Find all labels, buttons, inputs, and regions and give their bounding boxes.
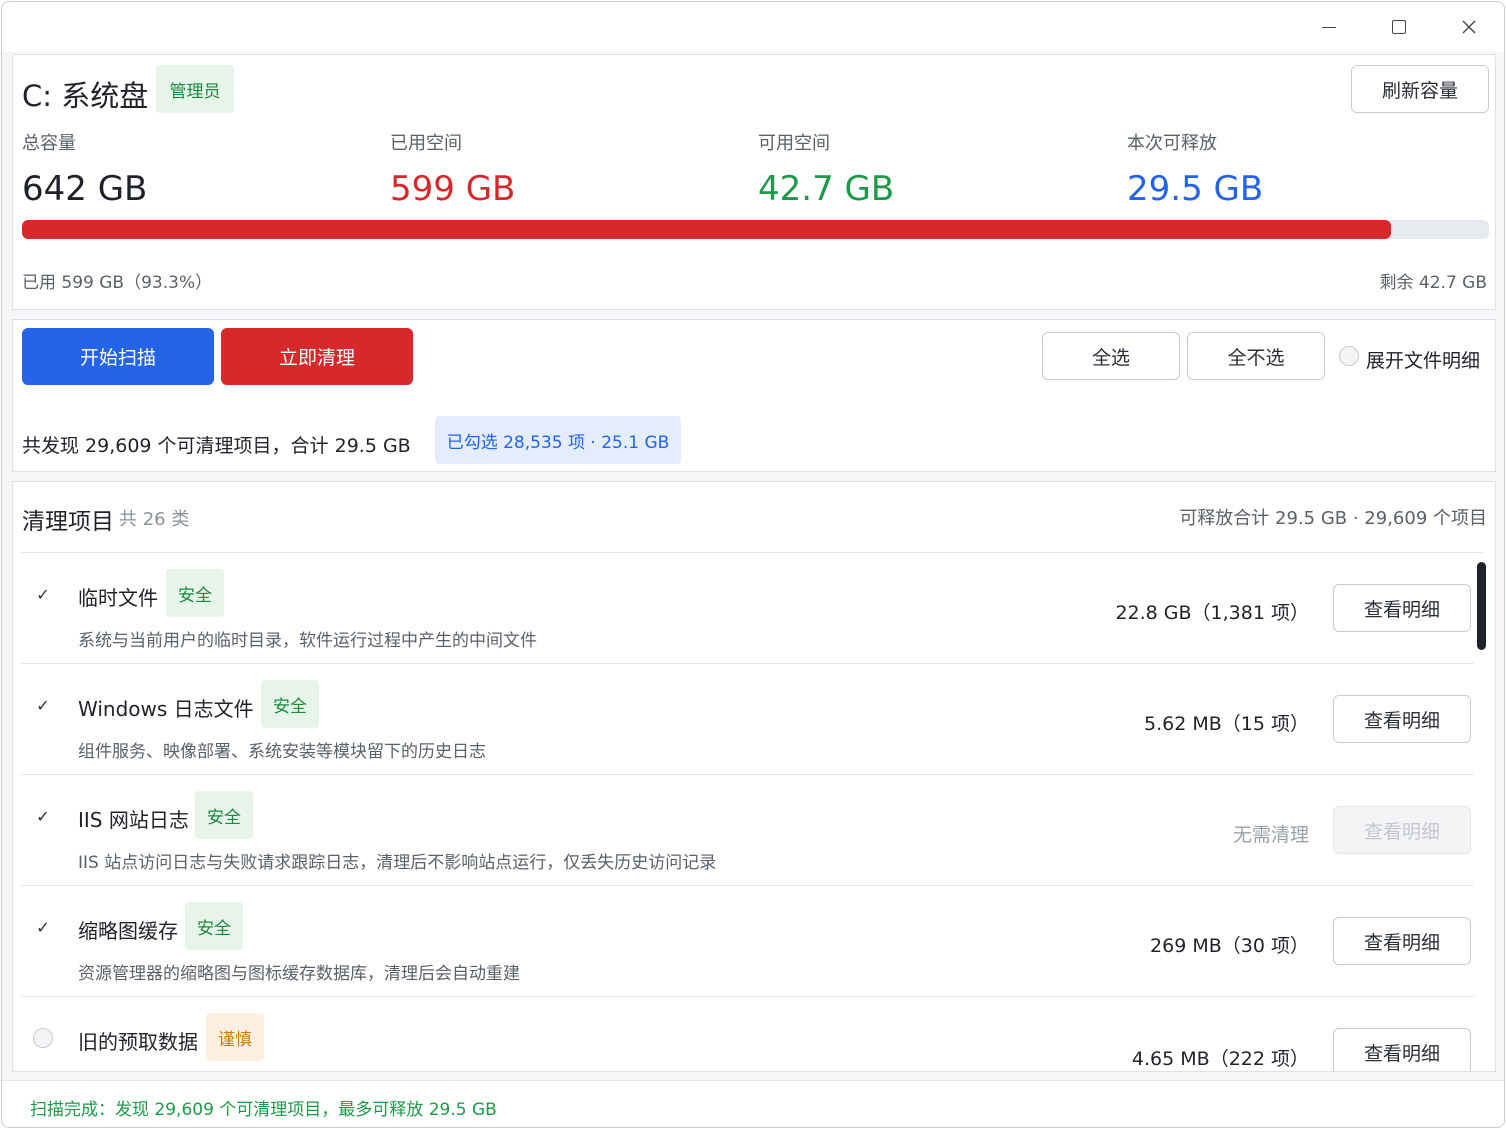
- item-tag: 安全: [195, 791, 253, 839]
- title-bar: [2, 2, 1504, 52]
- item-size: 5.62 MB（15 项）: [1144, 713, 1309, 735]
- close-button[interactable]: [1446, 10, 1492, 44]
- select-none-button[interactable]: 全不选: [1187, 332, 1325, 380]
- expand-details-label[interactable]: 展开文件明细: [1366, 346, 1480, 373]
- list-item: ✓ IIS 网站日志 安全 IIS 站点访问日志与失败请求跟踪日志，清理后不影响…: [21, 775, 1474, 886]
- check-icon: ✓: [36, 584, 50, 604]
- item-size: 4.65 MB（222 项）: [1131, 1048, 1309, 1070]
- list-title: 清理项目: [22, 509, 114, 535]
- item-tag: 安全: [261, 680, 319, 728]
- stat-releasable: 本次可释放 29.5 GB: [1127, 129, 1263, 209]
- stat-value: 42.7 GB: [758, 169, 895, 209]
- usage-remaining-text: 剩余 42.7 GB: [1379, 273, 1488, 293]
- refresh-capacity-button[interactable]: 刷新容量: [1351, 65, 1489, 113]
- view-details-button[interactable]: 查看明细: [1333, 695, 1471, 743]
- cleanup-list-panel: 清理项目 共 26 类 可释放合计 29.5 GB · 29,609 个项目 ✓…: [12, 481, 1496, 1072]
- usage-progress-fill: [22, 220, 1391, 239]
- stat-used: 已用空间 599 GB: [390, 129, 515, 209]
- disk-info-panel: C: 系统盘 管理员 刷新容量 总容量 642 GB 已用空间 599 GB 可…: [12, 54, 1496, 310]
- stat-label: 已用空间: [390, 133, 462, 154]
- maximize-button[interactable]: [1376, 10, 1422, 44]
- clean-now-button[interactable]: 立即清理: [221, 328, 413, 385]
- minimize-icon: [1322, 26, 1336, 28]
- maximize-icon: [1392, 20, 1406, 34]
- stat-label: 可用空间: [758, 133, 830, 154]
- item-description: IIS 站点访问日志与失败请求跟踪日志，清理后不影响站点运行，仅丢失历史访问记录: [78, 853, 717, 873]
- view-details-button: 查看明细: [1333, 806, 1471, 854]
- stat-free: 可用空间 42.7 GB: [758, 129, 894, 209]
- item-checkbox[interactable]: ✓: [33, 917, 53, 937]
- view-details-button[interactable]: 查看明细: [1333, 917, 1471, 965]
- stat-value: 599 GB: [390, 169, 516, 209]
- item-tag: 安全: [185, 902, 243, 950]
- status-text: 扫描完成：发现 29,609 个可清理项目，最多可释放 29.5 GB: [30, 1100, 497, 1120]
- item-checkbox[interactable]: ✓: [33, 695, 53, 715]
- select-all-button[interactable]: 全选: [1042, 332, 1180, 380]
- view-details-button[interactable]: 查看明细: [1333, 1028, 1471, 1071]
- list-scrollbar[interactable]: [1477, 562, 1486, 650]
- scan-summary: 共发现 29,609 个可清理项目，合计 29.5 GB: [22, 435, 411, 457]
- status-bar: 扫描完成：发现 29,609 个可清理项目，最多可释放 29.5 GB: [2, 1080, 1504, 1127]
- item-description: 组件服务、映像部署、系统安装等模块留下的历史日志: [78, 742, 486, 762]
- item-checkbox[interactable]: [33, 1028, 53, 1048]
- app-window: C: 系统盘 管理员 刷新容量 总容量 642 GB 已用空间 599 GB 可…: [1, 1, 1505, 1128]
- stat-value: 29.5 GB: [1127, 169, 1264, 209]
- item-tag: 谨慎: [206, 1013, 264, 1061]
- expand-details-checkbox[interactable]: [1339, 346, 1359, 366]
- check-icon: ✓: [36, 806, 50, 826]
- list-total: 可释放合计 29.5 GB · 29,609 个项目: [1179, 508, 1487, 529]
- item-name: 缩略图缓存: [78, 919, 178, 943]
- stat-label: 总容量: [22, 133, 76, 154]
- stat-total: 总容量 642 GB: [22, 129, 147, 209]
- list-item: ✓ 缩略图缓存 安全 资源管理器的缩略图与图标缓存数据库，清理后会自动重建 26…: [21, 886, 1474, 997]
- item-checkbox[interactable]: ✓: [33, 806, 53, 826]
- start-scan-button[interactable]: 开始扫描: [22, 328, 214, 385]
- item-name: 旧的预取数据: [78, 1030, 198, 1054]
- list-item: 旧的预取数据 谨慎 4.65 MB（222 项） 查看明细: [21, 997, 1474, 1071]
- admin-badge: 管理员: [156, 65, 234, 113]
- close-icon: [1462, 20, 1476, 34]
- selected-badge: 已勾选 28,535 项 · 25.1 GB: [435, 416, 681, 464]
- check-icon: ✓: [36, 695, 50, 715]
- list-item: ✓ Windows 日志文件 安全 组件服务、映像部署、系统安装等模块留下的历史…: [21, 664, 1474, 775]
- minimize-button[interactable]: [1306, 10, 1352, 44]
- item-size: 22.8 GB（1,381 项）: [1115, 602, 1309, 624]
- item-size: 269 MB（30 项）: [1150, 935, 1309, 957]
- item-name: IIS 网站日志: [78, 808, 189, 832]
- action-panel: 开始扫描 立即清理 全选 全不选 展开文件明细 共发现 29,609 个可清理项…: [12, 319, 1496, 472]
- item-size: 无需清理: [1232, 824, 1309, 846]
- check-icon: ✓: [36, 917, 50, 937]
- usage-progress-bar: [22, 220, 1489, 239]
- item-description: 系统与当前用户的临时目录，软件运行过程中产生的中间文件: [78, 631, 537, 651]
- list-item: ✓ 临时文件 安全 系统与当前用户的临时目录，软件运行过程中产生的中间文件 22…: [21, 553, 1474, 664]
- item-name: Windows 日志文件: [78, 697, 254, 721]
- list-category-count: 共 26 类: [119, 509, 190, 530]
- item-tag: 安全: [166, 569, 224, 617]
- item-name: 临时文件: [78, 586, 158, 610]
- stat-label: 本次可释放: [1127, 133, 1217, 154]
- usage-used-text: 已用 599 GB（93.3%）: [22, 273, 213, 293]
- item-checkbox[interactable]: ✓: [33, 584, 53, 604]
- item-description: 资源管理器的缩略图与图标缓存数据库，清理后会自动重建: [78, 964, 520, 984]
- stat-value: 642 GB: [22, 169, 148, 209]
- view-details-button[interactable]: 查看明细: [1333, 584, 1471, 632]
- disk-title: C: 系统盘: [22, 79, 149, 113]
